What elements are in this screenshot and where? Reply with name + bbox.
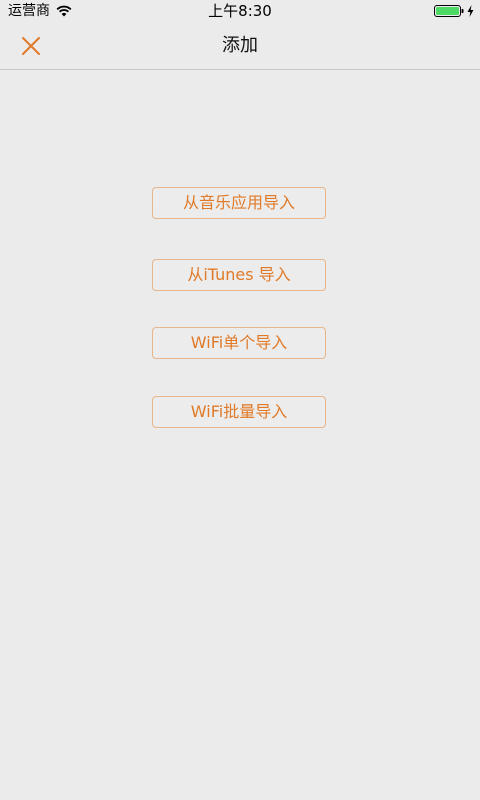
navigation-bar: 添加 (0, 22, 480, 70)
status-right (434, 0, 474, 22)
import-from-itunes-button[interactable]: 从iTunes 导入 (152, 259, 326, 291)
status-time: 上午8:30 (208, 2, 272, 20)
wifi-single-import-button[interactable]: WiFi单个导入 (152, 327, 326, 359)
battery-icon (434, 5, 464, 17)
wifi-batch-import-button[interactable]: WiFi批量导入 (152, 396, 326, 428)
import-from-music-app-button[interactable]: 从音乐应用导入 (152, 187, 326, 219)
status-bar: 运营商 上午8:30 (0, 0, 480, 22)
charging-bolt-icon (467, 5, 474, 17)
page-title: 添加 (222, 35, 258, 56)
